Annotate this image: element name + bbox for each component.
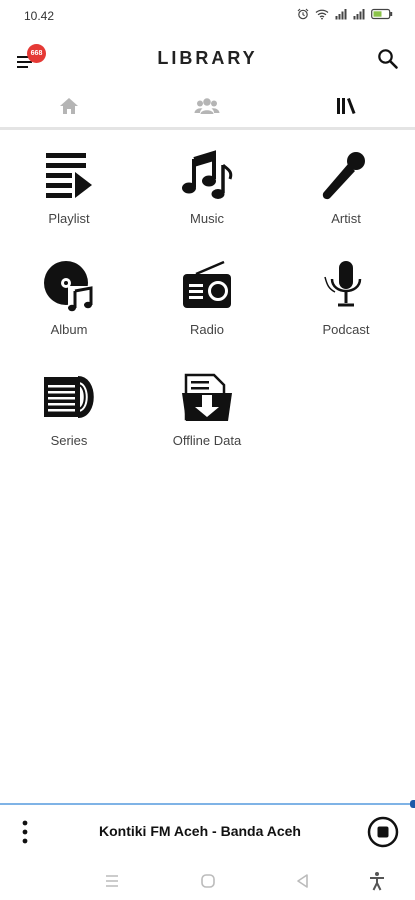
tab-library[interactable] [277, 88, 415, 128]
wifi-icon [315, 8, 329, 20]
library-item-playlist[interactable]: Playlist [0, 140, 138, 245]
podcast-mic-icon [316, 256, 376, 316]
signal-icon [335, 8, 347, 20]
player-progress-line [0, 803, 415, 805]
library-item-music[interactable]: Music [138, 140, 276, 245]
library-item-label: Radio [190, 322, 224, 337]
app-bar: 668 LIBRARY [0, 40, 415, 80]
signal-icon [353, 8, 365, 20]
library-item-radio[interactable]: Radio [138, 251, 276, 356]
library-item-label: Music [190, 211, 224, 226]
more-vertical-icon[interactable] [14, 818, 36, 846]
home-circle-icon[interactable] [197, 870, 219, 892]
tab-bar [0, 88, 415, 128]
page-title: LIBRARY [157, 48, 258, 68]
library-item-offline-data[interactable]: Offline Data [138, 362, 276, 467]
status-bar: 10.42 [0, 0, 415, 32]
library-item-label: Playlist [48, 211, 90, 226]
system-nav-bar [0, 862, 415, 900]
home-icon [58, 96, 80, 121]
library-icon [335, 96, 357, 121]
series-icon [39, 367, 99, 427]
library-item-label: Album [50, 322, 88, 337]
status-time: 10.42 [24, 9, 55, 23]
music-notes-icon [177, 145, 237, 205]
people-icon [194, 96, 220, 121]
playlist-icon [39, 145, 99, 205]
status-icons [297, 8, 393, 20]
accessibility-icon[interactable] [366, 870, 388, 892]
microphone-icon [316, 145, 376, 205]
radio-icon [177, 256, 237, 316]
library-item-label: Podcast [322, 322, 370, 337]
now-playing-station: Kontiki FM Aceh - Banda Aceh [99, 823, 301, 839]
search-button[interactable] [375, 46, 401, 72]
library-item-album[interactable]: Album [0, 251, 138, 356]
tabs-divider [0, 127, 415, 130]
tab-home[interactable] [0, 88, 138, 128]
tab-people[interactable] [138, 88, 276, 128]
recent-apps-icon[interactable] [101, 870, 123, 892]
stop-button[interactable] [367, 816, 399, 848]
back-icon[interactable] [292, 870, 314, 892]
library-item-series[interactable]: Series [0, 362, 138, 467]
library-item-label: Offline Data [172, 433, 242, 448]
search-icon [375, 49, 401, 76]
library-item-label: Artist [331, 211, 361, 226]
battery-icon [371, 8, 393, 20]
alarm-icon [297, 8, 309, 20]
library-item-artist[interactable]: Artist [277, 140, 415, 245]
offline-download-icon [177, 367, 237, 427]
album-disc-icon [39, 256, 99, 316]
mini-player[interactable]: Kontiki FM Aceh - Banda Aceh [0, 806, 415, 858]
library-item-label: Series [50, 433, 88, 448]
stop-icon [367, 816, 399, 852]
library-item-podcast[interactable]: Podcast [277, 251, 415, 356]
